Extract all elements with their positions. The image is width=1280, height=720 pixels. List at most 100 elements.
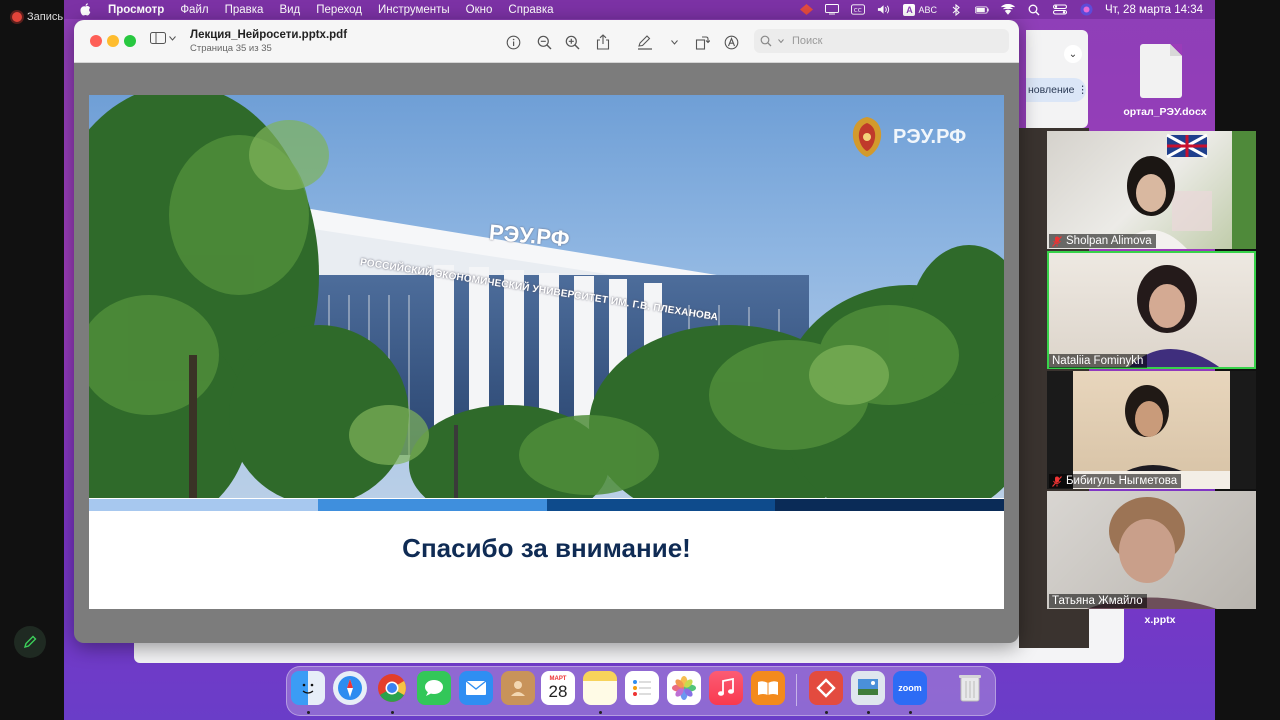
menu-go[interactable]: Переход [316,4,362,16]
mail-icon[interactable] [459,671,493,705]
page-indicator: Страница 35 из 35 [190,43,272,54]
menu-view[interactable]: Вид [279,4,300,16]
participant-name: Бибигуль Ныгметова [1066,475,1178,487]
caption-icon[interactable]: CC [851,4,866,16]
apple-menu-icon[interactable] [80,3,94,16]
books-icon[interactable] [751,671,785,705]
calendar-icon[interactable]: МАРТ 28 [541,671,575,705]
notes-running-dot [599,711,602,714]
rotate-button[interactable] [693,33,711,51]
menubar-status-area: CC A ABC Чт, 28 марта 14:34 [799,0,1203,19]
participant-video [1117,131,1256,249]
control-center-icon[interactable] [1053,4,1067,16]
docx-file-icon[interactable] [1140,44,1182,98]
close-window-button[interactable] [90,35,102,47]
slide-page: РЭУ.РФ РОССИЙСКИЙ ЭКОНОМИЧЕСКИЙ УНИВЕРСИ… [89,95,1004,609]
clock[interactable]: Чт, 28 марта 14:34 [1105,4,1203,16]
notes-icon[interactable] [583,671,617,705]
zoom-in-button[interactable] [563,33,581,51]
logo-text: РЭУ.РФ [893,125,967,148]
preview-icon[interactable] [851,671,885,705]
rotate-icon [695,35,710,50]
highlighter-icon [638,34,652,50]
info-icon [506,35,520,49]
input-source-icon: A [903,3,916,16]
zoom-window-button[interactable] [124,35,136,47]
menu-app-name[interactable]: Просмотр [108,4,164,16]
messages-icon[interactable] [417,671,451,705]
safari-icon[interactable] [333,671,367,705]
stripe-3 [546,499,776,511]
bluetooth-icon[interactable] [949,3,963,16]
pen-circle-icon [724,35,738,49]
zoom-running-dot [909,711,912,714]
markup-menu-button[interactable] [665,33,683,51]
preview-toolbar: Лекция_Нейросети.pptx.pdf Страница 35 из… [74,20,1019,63]
zoom-out-icon [537,35,551,49]
battery-icon[interactable] [975,4,989,16]
participant-video [1127,265,1222,369]
zoom-out-button[interactable] [535,33,553,51]
sidebar-toggle-button[interactable] [150,32,176,44]
pencil-icon [23,635,37,649]
zoom-in-icon [565,35,579,49]
trash-icon[interactable] [953,671,987,705]
background-browser-window: ⌄ новление ⋮ [1026,30,1088,128]
menu-edit[interactable]: Правка [225,4,264,16]
participant-tile[interactable]: Sholpan Alimova [1047,131,1256,249]
participant-name-tag: Sholpan Alimova [1049,234,1156,248]
search-field[interactable] [754,29,1009,53]
zoom-icon[interactable]: zoom [893,671,927,705]
participant-video [1073,371,1230,489]
info-button[interactable] [504,33,522,51]
annotate-pencil-button[interactable] [14,626,46,658]
siri-icon[interactable] [1079,3,1093,16]
markup-button[interactable] [636,33,654,51]
menu-file[interactable]: Файл [180,4,208,16]
desktop-file-label-2[interactable]: x.pptx [1130,614,1190,626]
chevron-down-icon [778,39,784,43]
chrome-icon[interactable] [375,671,409,705]
anydesk-status-icon[interactable] [799,4,813,16]
chevron-down-icon[interactable]: ⌄ [1064,45,1082,63]
input-source[interactable]: A ABC [903,3,937,16]
anydesk-icon[interactable] [809,671,843,705]
menu-help[interactable]: Справка [508,4,553,16]
stripe-2 [317,499,547,511]
volume-icon[interactable] [877,4,891,16]
contacts-icon[interactable] [501,671,535,705]
wifi-icon[interactable] [1001,4,1015,16]
reminders-icon[interactable] [625,671,659,705]
music-icon[interactable] [709,671,743,705]
screen-share-icon[interactable] [825,4,840,16]
update-pill[interactable]: новление ⋮ [1026,78,1088,102]
preview-window: Лекция_Нейросети.pptx.pdf Страница 35 из… [74,20,1019,643]
annotate-button[interactable] [722,33,740,51]
mic-muted-icon [1052,235,1062,247]
minimize-window-button[interactable] [107,35,119,47]
desktop-file-label[interactable]: ортал_РЭУ.docx [1120,106,1210,118]
participant-tile[interactable]: Татьяна Жмайло [1047,491,1256,609]
anydesk-running-dot [825,711,828,714]
menu-tools[interactable]: Инструменты [378,4,450,16]
university-photo: РЭУ.РФ РОССИЙСКИЙ ЭКОНОМИЧЕСКИЙ УНИВЕРСИ… [89,95,1004,498]
participant-name: Nataliia Fominykh [1052,355,1144,367]
mac-desktop: Просмотр Файл Правка Вид Переход Инструм… [64,0,1215,720]
finder-running-dot [307,711,310,714]
spotlight-search-icon[interactable] [1027,4,1041,16]
finder-icon[interactable] [291,671,325,705]
photos-icon[interactable] [667,671,701,705]
search-input[interactable] [790,34,994,48]
participant-tile[interactable]: Бибигуль Ныгметова [1047,371,1256,489]
menu-bar: Просмотр Файл Правка Вид Переход Инструм… [64,0,1215,19]
chevron-down-icon [169,35,176,41]
mic-muted-icon [1052,475,1062,487]
share-button[interactable] [594,33,612,51]
chrome-running-dot [391,711,394,714]
participant-tile-active-speaker[interactable]: Nataliia Fominykh [1047,251,1256,369]
thanks-heading: Спасибо за внимание! [402,533,691,563]
input-source-label: ABC [918,4,937,15]
stripe-1 [89,499,318,511]
menu-window[interactable]: Окно [466,4,493,16]
coat-of-arms-icon [852,117,882,157]
